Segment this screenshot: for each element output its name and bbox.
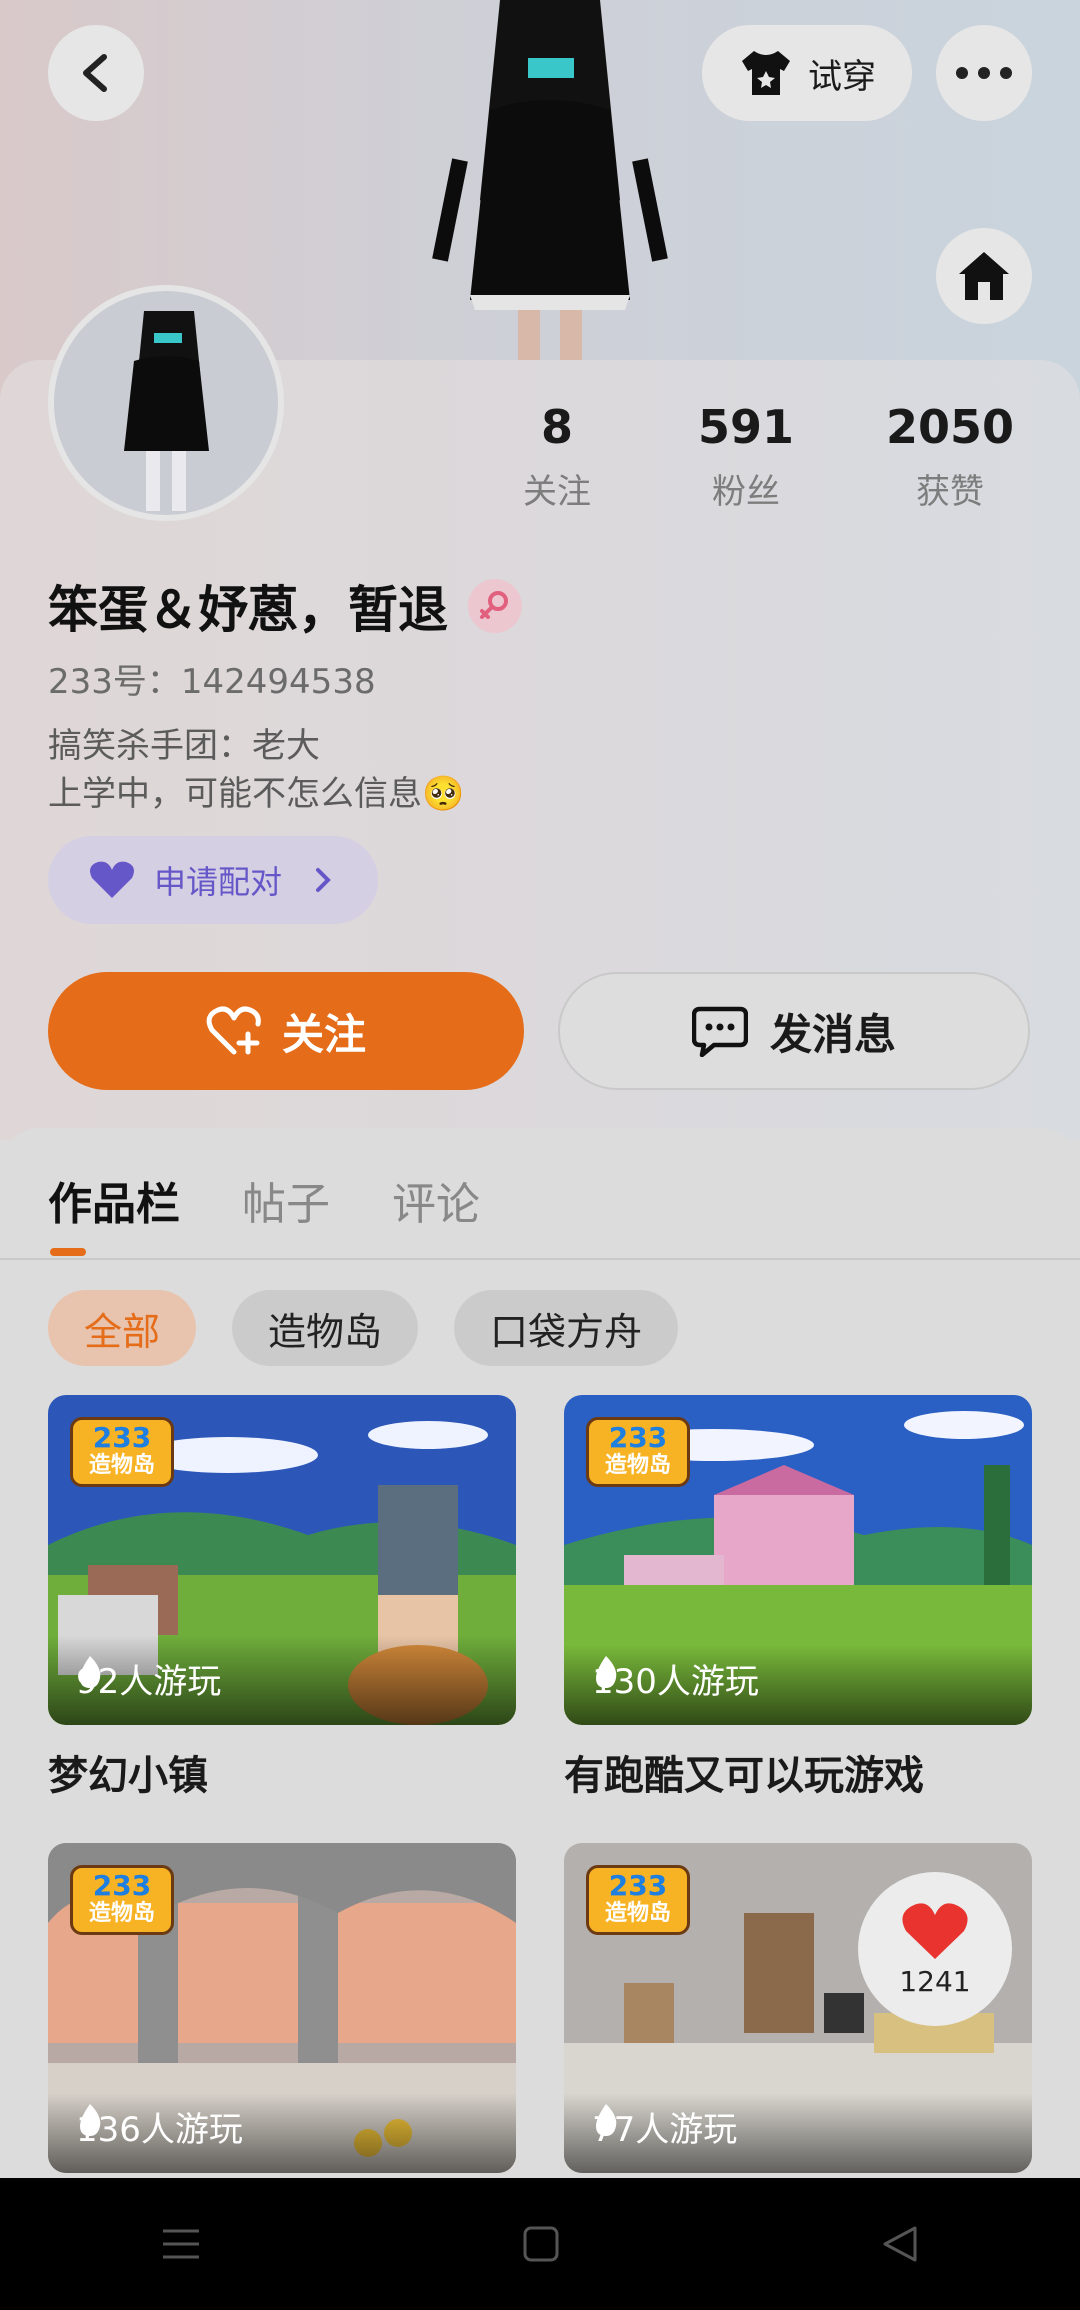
try-on-label: 试穿 <box>808 56 876 97</box>
filter-all[interactable]: 全部 <box>48 1290 197 1366</box>
stat-label: 粉丝 <box>712 472 780 512</box>
home-button[interactable] <box>936 228 1032 324</box>
back-arrow-icon <box>83 54 107 92</box>
more-button[interactable] <box>936 25 1032 121</box>
female-gender-icon <box>468 579 522 633</box>
work-title: 梦幻小镇 <box>48 1753 208 1799</box>
stat-likes[interactable]: 2050 获赞 <box>848 400 1052 513</box>
profile-name-row: 笨蛋＆妤蒽，暂退 <box>48 570 522 642</box>
back-button[interactable] <box>48 25 144 121</box>
heart-icon <box>90 861 134 898</box>
play-count: 92人游玩 <box>76 1654 221 1703</box>
follow-label: 关注 <box>281 1009 366 1059</box>
flame-icon <box>80 2104 101 2136</box>
tab-posts[interactable]: 帖子 <box>242 1168 330 1232</box>
work-thumbnail: 233 造物岛 130人游玩 <box>564 1395 1032 1725</box>
stat-value: 591 <box>697 400 795 454</box>
send-message-label: 发消息 <box>769 1009 896 1059</box>
filter-pocket-ark[interactable]: 口袋方舟 <box>454 1290 679 1366</box>
work-thumbnail: 233 造物岛 92人游玩 <box>48 1395 516 1725</box>
tab-works[interactable]: 作品栏 <box>48 1168 180 1232</box>
menu-icon[interactable] <box>161 2227 201 2261</box>
avatar[interactable] <box>48 285 284 521</box>
creation-island-logo: 233 造物岛 <box>586 1417 690 1487</box>
active-tab-indicator <box>50 1248 86 1256</box>
chat-bubble-icon <box>691 1006 748 1057</box>
try-on-button[interactable]: 试穿 <box>702 25 912 121</box>
profile-name: 笨蛋＆妤蒽，暂退 <box>48 581 448 639</box>
stat-value: 8 <box>540 400 573 454</box>
tab-comments[interactable]: 评论 <box>392 1168 480 1232</box>
profile-bio: 搞笑杀手团：老大 上学中，可能不怎么信息🥺 <box>48 722 464 818</box>
work-title: 有跑酷又可以玩游戏 <box>564 1753 924 1799</box>
chevron-right-icon <box>316 868 331 892</box>
home-square-icon[interactable] <box>523 2226 559 2262</box>
play-count: 77人游玩 <box>592 2102 737 2151</box>
stat-followers[interactable]: 591 粉丝 <box>644 400 848 513</box>
stat-label: 获赞 <box>916 472 984 512</box>
like-count: 1241 <box>899 1964 971 1998</box>
apply-pair-label: 申请配对 <box>154 863 283 901</box>
stat-following[interactable]: 8 关注 <box>470 400 644 513</box>
user-id: 233号：142494538 <box>48 662 376 702</box>
avatar-3d-figure <box>432 0 668 360</box>
system-navigation-bar <box>0 2178 1080 2310</box>
creation-island-logo: 233 造物岛 <box>586 1865 690 1935</box>
like-bubble[interactable]: 1241 <box>858 1872 1012 2026</box>
play-count: 130人游玩 <box>592 1654 759 1703</box>
divider <box>0 1258 1080 1260</box>
follow-button[interactable]: 关注 <box>48 972 524 1090</box>
filter-creation-island[interactable]: 造物岛 <box>232 1290 419 1366</box>
back-triangle-icon[interactable] <box>881 2224 919 2264</box>
tab-bar: 作品栏 帖子 评论 <box>48 1168 480 1232</box>
apply-pair-button[interactable]: 申请配对 <box>48 836 378 924</box>
heart-icon <box>902 1902 968 1959</box>
flame-icon <box>596 2104 617 2136</box>
flame-icon <box>80 1656 101 1688</box>
avatar-image <box>124 311 209 511</box>
work-card[interactable]: 233 造物岛 136人游玩 <box>48 1843 516 2191</box>
filter-chips: 全部 造物岛 口袋方舟 <box>48 1290 679 1366</box>
creation-island-logo: 233 造物岛 <box>70 1417 174 1487</box>
profile-stats: 8 关注 591 粉丝 2050 获赞 <box>470 400 1060 513</box>
heart-plus-icon <box>206 1006 261 1055</box>
more-icon <box>956 67 1012 79</box>
stat-label: 关注 <box>523 472 591 512</box>
tshirt-icon <box>742 51 790 95</box>
creation-island-logo: 233 造物岛 <box>70 1865 174 1935</box>
work-thumbnail: 233 造物岛 136人游玩 <box>48 1843 516 2173</box>
bio-line: 上学中，可能不怎么信息🥺 <box>48 774 465 814</box>
work-card[interactable]: 233 造物岛 130人游玩 有跑酷又可以玩游戏 <box>564 1395 1032 1801</box>
send-message-button[interactable]: 发消息 <box>558 972 1030 1090</box>
play-count: 136人游玩 <box>76 2102 243 2151</box>
flame-icon <box>596 1656 617 1688</box>
work-card[interactable]: 233 造物岛 92人游玩 梦幻小镇 <box>48 1395 516 1801</box>
bio-line: 搞笑杀手团：老大 <box>48 726 320 766</box>
stat-value: 2050 <box>885 400 1015 454</box>
home-icon <box>959 252 1009 300</box>
